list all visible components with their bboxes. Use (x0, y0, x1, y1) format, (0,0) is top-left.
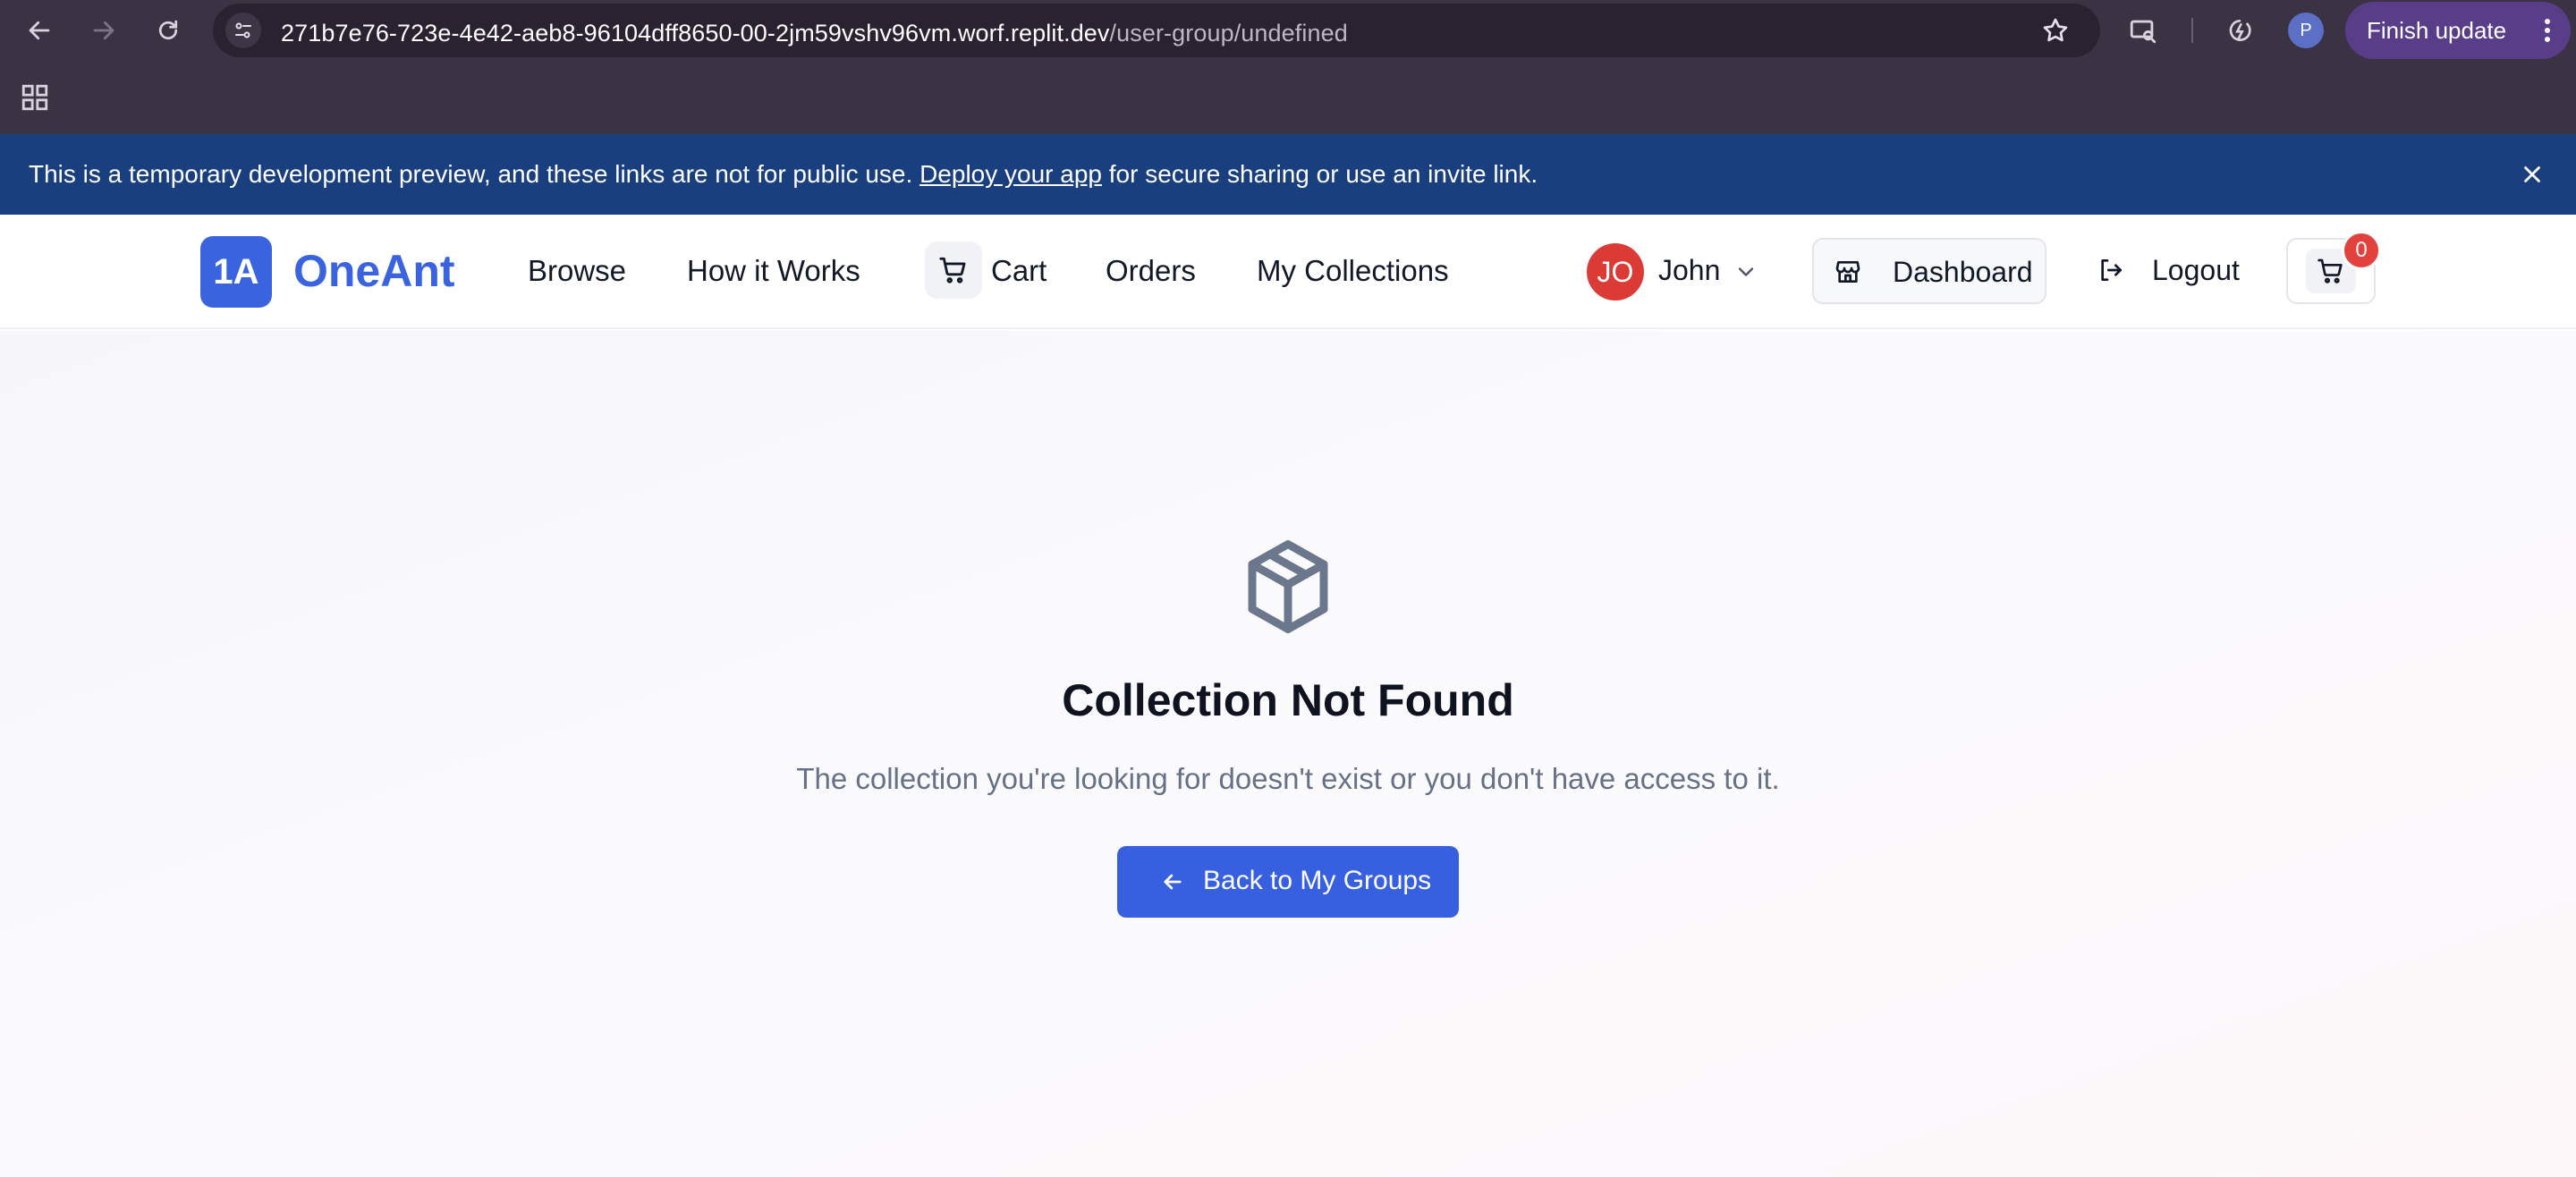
logout-label: Logout (2152, 254, 2240, 286)
bookmarks-bar (0, 61, 2576, 134)
site-settings-icon[interactable] (225, 13, 261, 48)
logo-badge[interactable]: 1A (200, 236, 272, 308)
nav-browse[interactable]: Browse (528, 254, 626, 288)
back-button-label: Back to My Groups (1203, 866, 1432, 895)
bookmark-star-icon[interactable] (2041, 16, 2070, 45)
finish-update-label: Finish update (2367, 16, 2507, 44)
app-header: 1A OneAnt Browse How it Works Cart Order… (0, 215, 2576, 329)
dev-preview-banner: This is a temporary development preview,… (0, 134, 2576, 215)
profile-avatar[interactable]: P (2288, 13, 2324, 48)
logout-icon (2097, 256, 2125, 284)
nav-orders[interactable]: Orders (1106, 254, 1196, 288)
back-to-groups-button[interactable]: Back to My Groups (1117, 846, 1459, 918)
address-bar[interactable]: 271b7e76-723e-4e42-aeb8-96104dff8650-00-… (213, 4, 2100, 57)
user-name[interactable]: John (1658, 254, 1720, 287)
banner-text-after: for secure sharing or use an invite link… (1108, 160, 1538, 188)
reload-icon[interactable] (150, 13, 186, 48)
not-found-description: The collection you're looking for doesn'… (796, 762, 1780, 795)
nav-how-it-works[interactable]: How it Works (687, 254, 860, 288)
close-icon[interactable] (2519, 161, 2546, 188)
logout-button[interactable]: Logout (2089, 238, 2250, 304)
logo-text[interactable]: OneAnt (293, 245, 455, 297)
main-content: Collection Not Found The collection you'… (0, 331, 2576, 1177)
apps-grid-icon[interactable] (20, 82, 50, 113)
nav-cart[interactable]: Cart (991, 254, 1046, 288)
browser-toolbar: 271b7e76-723e-4e42-aeb8-96104dff8650-00-… (0, 0, 2576, 61)
more-vert-icon (2544, 18, 2551, 49)
cart-count-badge: 0 (2342, 231, 2381, 270)
arrow-left-icon (1160, 869, 1185, 894)
banner-text: This is a temporary development preview,… (29, 160, 913, 188)
store-icon (1834, 258, 1862, 286)
search-tab-icon[interactable] (2125, 13, 2161, 48)
finish-update-button[interactable]: Finish update (2345, 2, 2571, 59)
dashboard-label: Dashboard (1893, 256, 2033, 288)
user-avatar[interactable]: JO (1587, 243, 1644, 301)
not-found-title: Collection Not Found (1062, 675, 1514, 725)
nav-cart-icon[interactable] (925, 241, 982, 299)
toolbar-divider (2191, 18, 2193, 43)
dashboard-button[interactable]: Dashboard (1812, 238, 2046, 304)
chevron-down-icon[interactable] (1733, 259, 1758, 284)
deploy-app-link[interactable]: Deploy your app (919, 160, 1102, 189)
back-arrow-icon[interactable] (21, 13, 57, 48)
forward-arrow-icon[interactable] (86, 13, 122, 48)
performance-icon[interactable] (2222, 13, 2258, 48)
url-text: 271b7e76-723e-4e42-aeb8-96104dff8650-00-… (281, 20, 1348, 47)
package-icon (1234, 533, 1342, 640)
nav-my-collections[interactable]: My Collections (1257, 254, 1449, 288)
